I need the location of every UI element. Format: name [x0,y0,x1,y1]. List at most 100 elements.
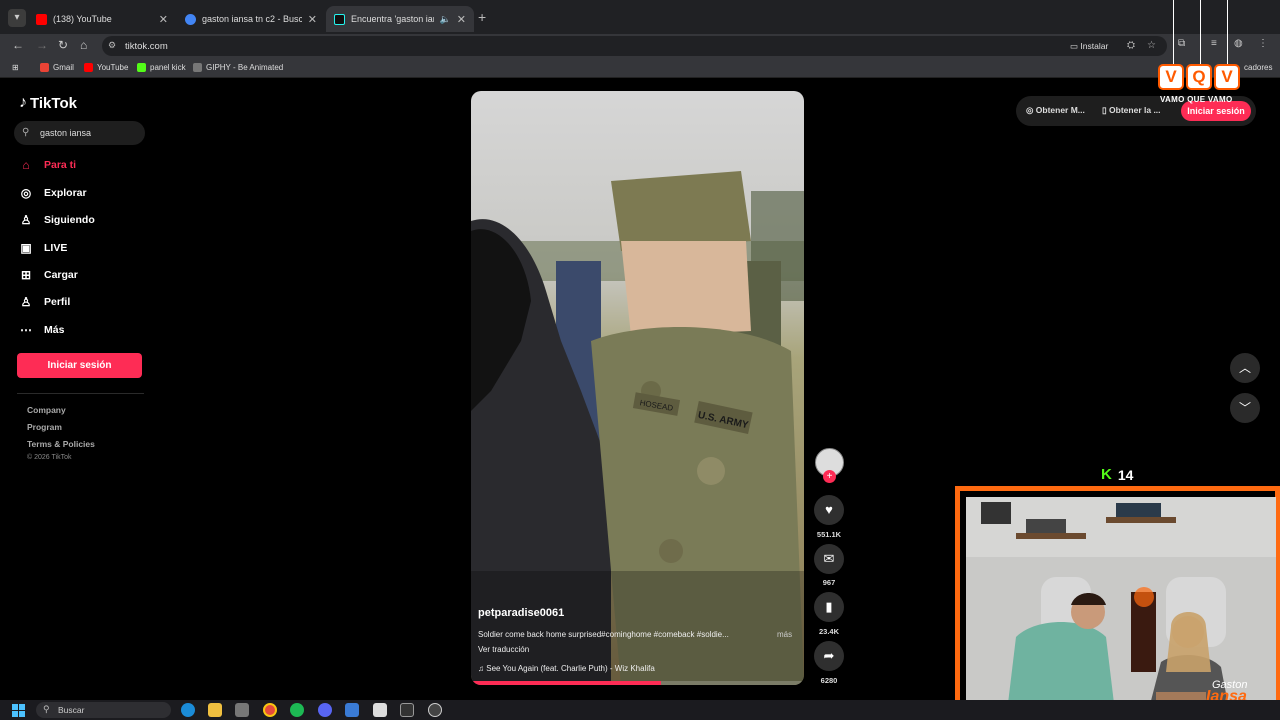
comment-count: 967 [822,578,836,587]
overlay-hang-line [1173,0,1174,64]
forward-icon[interactable]: → [36,38,48,52]
nav-para-ti[interactable]: ⌂ Para ti [18,156,76,174]
bookmark-star-icon[interactable]: ☆ [1147,40,1156,51]
footer-company[interactable]: Company [27,405,66,415]
nav-label: Perfil [44,296,71,308]
spotify-icon[interactable] [290,703,304,717]
nav-mas[interactable]: ⋯ Más [18,321,64,339]
bookmarks-bar: ⊞ Gmail YouTube panel kick GIPHY - Be An… [0,58,1280,78]
apps-icon[interactable]: ⊞ [12,63,19,72]
vqv-letter: V [1158,64,1184,90]
chevron-up-icon: ︿ [1238,361,1251,375]
footer-program[interactable]: Program [27,422,62,432]
page-icon [193,63,202,72]
bookmark-youtube[interactable]: YouTube [84,63,128,72]
youtube-icon [36,13,47,25]
tiktok-logo[interactable]: ♪ TikTok [19,94,77,112]
profile-icon: ♙ [20,295,32,309]
taskbar-search-label: Buscar [58,705,85,715]
app-icon-2[interactable] [428,703,442,717]
nav-explorar[interactable]: ◎ Explorar [18,184,87,202]
home-icon[interactable]: ⌂ [80,38,87,52]
nav-label: Siguiendo [44,214,95,226]
translate-icon[interactable]: ⛭ [1127,40,1135,51]
bookmark-label: cadores [1244,63,1273,72]
upload-icon: ⊞ [20,268,32,282]
store-icon[interactable] [235,703,249,717]
save-button[interactable]: ▮ [814,592,844,622]
reload-icon[interactable]: ↻ [58,38,68,52]
get-coins-button[interactable]: ◎ Obtener M... [1026,105,1085,116]
following-icon: ♙ [20,213,32,227]
bookmark-icon: ▮ [825,599,833,614]
music-link[interactable]: ♫ See You Again (feat. Charlie Puth) - W… [478,664,655,673]
nav-cargar[interactable]: ⊞ Cargar [18,266,78,284]
tab-search-icon[interactable]: ▾ [8,9,26,27]
share-icon: ➦ [823,648,835,663]
tab-tiktok[interactable]: Encuentra 'gaston iansa' en 🔈 ✕ [326,6,474,32]
like-count: 551.1K [816,530,842,539]
video-progress-bar[interactable] [471,681,804,685]
site-info-icon[interactable]: ⚙ [108,40,116,51]
video-player[interactable]: U.S. ARMY HOSEAD petparadise0061 Soldier… [471,91,804,685]
nav-label: Para ti [44,159,77,171]
follow-plus-icon[interactable]: + [823,470,836,483]
address-bar[interactable]: ⚙ tiktok.com ▭ Instalar ⛭ ☆ [102,36,1167,56]
next-video-button[interactable]: ﹀ [1230,393,1260,423]
windows-start-icon[interactable] [12,704,25,717]
speaker-icon[interactable]: 🔈 [440,14,451,25]
nav-siguiendo[interactable]: ♙ Siguiendo [18,211,95,229]
like-button[interactable]: ♥ [814,495,844,525]
bookmark-kick[interactable]: panel kick [137,63,186,72]
close-icon[interactable]: ✕ [457,13,466,26]
share-button[interactable]: ➦ [814,641,844,671]
browser-tab-bar: ▾ (138) YouTube ✕ gaston iansa tn c2 - B… [0,0,1280,34]
translate-link[interactable]: Ver traducción [478,645,529,654]
bookmark-gmail[interactable]: Gmail [40,63,74,72]
music-note-icon: ♫ [478,664,487,673]
search-input[interactable]: ⚲ gaston iansa [14,121,145,145]
nav-perfil[interactable]: ♙ Perfil [18,293,71,311]
close-icon[interactable]: ✕ [159,13,168,26]
save-count: 23.4K [818,627,839,636]
other-bookmarks[interactable]: cadores [1244,63,1272,72]
previous-video-button[interactable]: ︿ [1230,353,1260,383]
nav-live[interactable]: ▣ LIVE [18,239,67,257]
comment-button[interactable]: ✉ [814,544,844,574]
media-icon[interactable]: ≡ [1211,38,1217,49]
bookmark-giphy[interactable]: GIPHY - Be Animated [193,63,283,72]
taskbar-search[interactable]: ⚲ Buscar [36,702,171,718]
tab-youtube[interactable]: (138) YouTube ✕ [28,6,176,32]
file-explorer-icon[interactable] [208,703,222,717]
footer-terms[interactable]: Terms & Policies [27,439,95,449]
overlay-hang-line [1227,0,1228,64]
capcut-icon[interactable] [373,703,387,717]
new-tab-button[interactable]: + [478,9,486,25]
login-button[interactable]: Iniciar sesión [17,353,142,378]
tiktok-icon [334,13,345,25]
vqv-subtitle: VAMO QUE VAMO [1160,95,1233,104]
back-icon[interactable]: ← [12,38,24,52]
discord-icon[interactable] [318,703,332,717]
menu-icon[interactable]: ⋮ [1258,38,1268,49]
sidebar-divider [17,393,144,394]
profile-icon[interactable]: ◍ [1234,38,1243,49]
app-icon[interactable] [345,703,359,717]
tab-google-search[interactable]: gaston iansa tn c2 - Buscar con ✕ [177,6,325,32]
install-label: Instalar [1080,41,1109,51]
viewer-count: 14 [1117,466,1134,483]
url-text: tiktok.com [125,41,168,52]
obs-icon[interactable] [400,703,414,717]
install-button[interactable]: ▭ Instalar [1070,41,1108,52]
get-app-button[interactable]: ▯ Obtener la ... [1102,105,1161,116]
edge-icon[interactable] [181,703,195,717]
top-login-button[interactable]: Iniciar sesión [1181,101,1251,121]
more-icon: ⋯ [20,323,32,337]
extensions-icon[interactable]: ⧉ [1178,38,1185,49]
chrome-icon[interactable] [263,703,277,717]
tiktok-note-icon: ♪ [19,94,27,111]
close-icon[interactable]: ✕ [308,13,317,26]
more-link[interactable]: más [777,630,792,639]
video-author[interactable]: petparadise0061 [478,607,564,619]
compass-icon: ◎ [20,186,32,200]
